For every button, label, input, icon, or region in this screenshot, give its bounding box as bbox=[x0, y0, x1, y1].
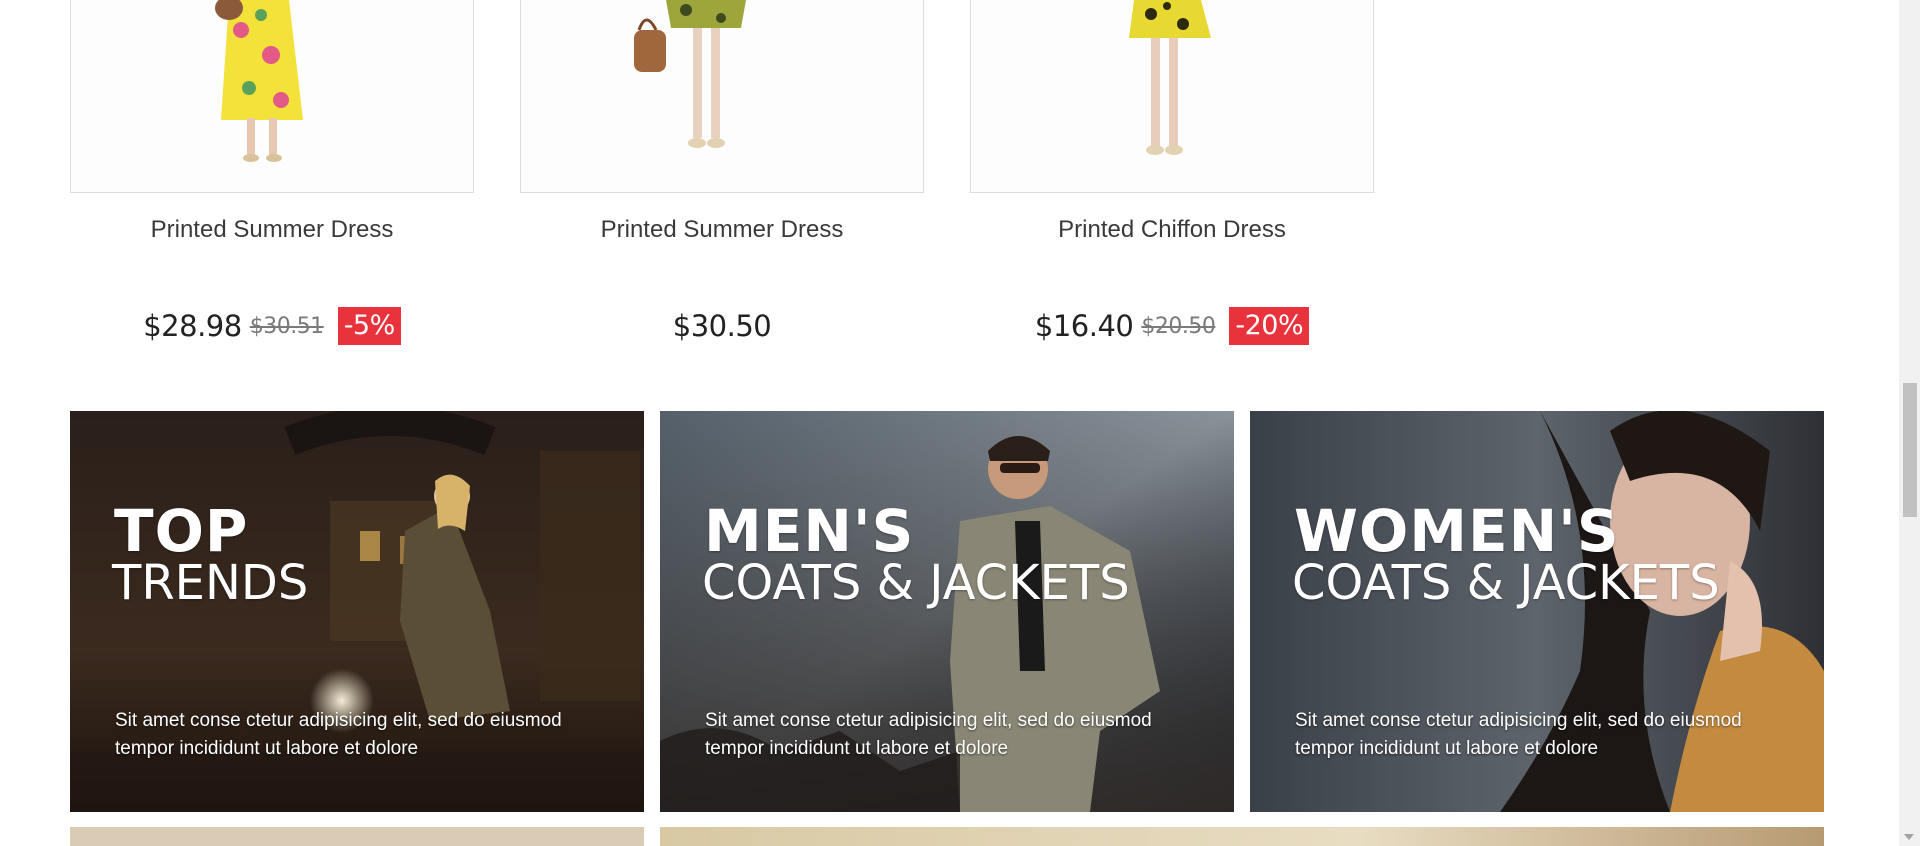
banner-description: Sit amet conse ctetur adipisicing elit, … bbox=[1295, 710, 1742, 759]
product-title[interactable]: Printed Summer Dress bbox=[520, 216, 924, 244]
scroll-down-icon[interactable] bbox=[1904, 834, 1914, 840]
product-price: $30.50 bbox=[672, 309, 772, 343]
banner-subheading: COATS & JACKETS bbox=[1292, 555, 1720, 611]
product-title[interactable]: Printed Summer Dress bbox=[70, 216, 474, 244]
page-scrollbar[interactable] bbox=[1899, 0, 1920, 846]
product-price: $16.40 bbox=[1034, 309, 1134, 343]
banner-subheading: TRENDS bbox=[112, 555, 309, 611]
scrollbar-thumb[interactable] bbox=[1903, 383, 1917, 517]
banner-description: Sit amet conse ctetur adipisicing elit, … bbox=[115, 710, 562, 759]
banner-mens-coats[interactable]: MEN'S COATS & JACKETS Sit amet conse cte… bbox=[660, 411, 1234, 812]
price-row: $28.98 $30.51 -5% bbox=[70, 306, 474, 346]
price-row: $16.40 $20.50 -20% bbox=[970, 306, 1374, 346]
price-row: $30.50 bbox=[520, 306, 924, 346]
product-image[interactable] bbox=[970, 0, 1374, 193]
banner-heading: TOP bbox=[114, 497, 249, 565]
banner-partial[interactable] bbox=[660, 827, 1824, 846]
product-image[interactable] bbox=[70, 0, 474, 193]
discount-badge: -20% bbox=[1229, 307, 1310, 345]
banner-heading: WOMEN'S bbox=[1294, 497, 1620, 565]
product-title[interactable]: Printed Chiffon Dress bbox=[970, 216, 1374, 244]
discount-badge: -5% bbox=[337, 307, 401, 345]
banner-partial[interactable] bbox=[70, 827, 644, 846]
product-image[interactable] bbox=[520, 0, 924, 193]
product-price: $28.98 bbox=[143, 309, 242, 343]
old-price: $20.50 bbox=[1141, 313, 1216, 339]
banner-heading: MEN'S bbox=[704, 497, 915, 565]
banner-top-trends[interactable]: TOP TRENDS Sit amet conse ctetur adipisi… bbox=[70, 411, 644, 812]
banner-womens-coats[interactable]: WOMEN'S COATS & JACKETS Sit amet conse c… bbox=[1250, 411, 1824, 812]
banner-subheading: COATS & JACKETS bbox=[702, 555, 1130, 611]
banner-description: Sit amet conse ctetur adipisicing elit, … bbox=[705, 710, 1152, 759]
old-price: $30.51 bbox=[249, 313, 324, 339]
